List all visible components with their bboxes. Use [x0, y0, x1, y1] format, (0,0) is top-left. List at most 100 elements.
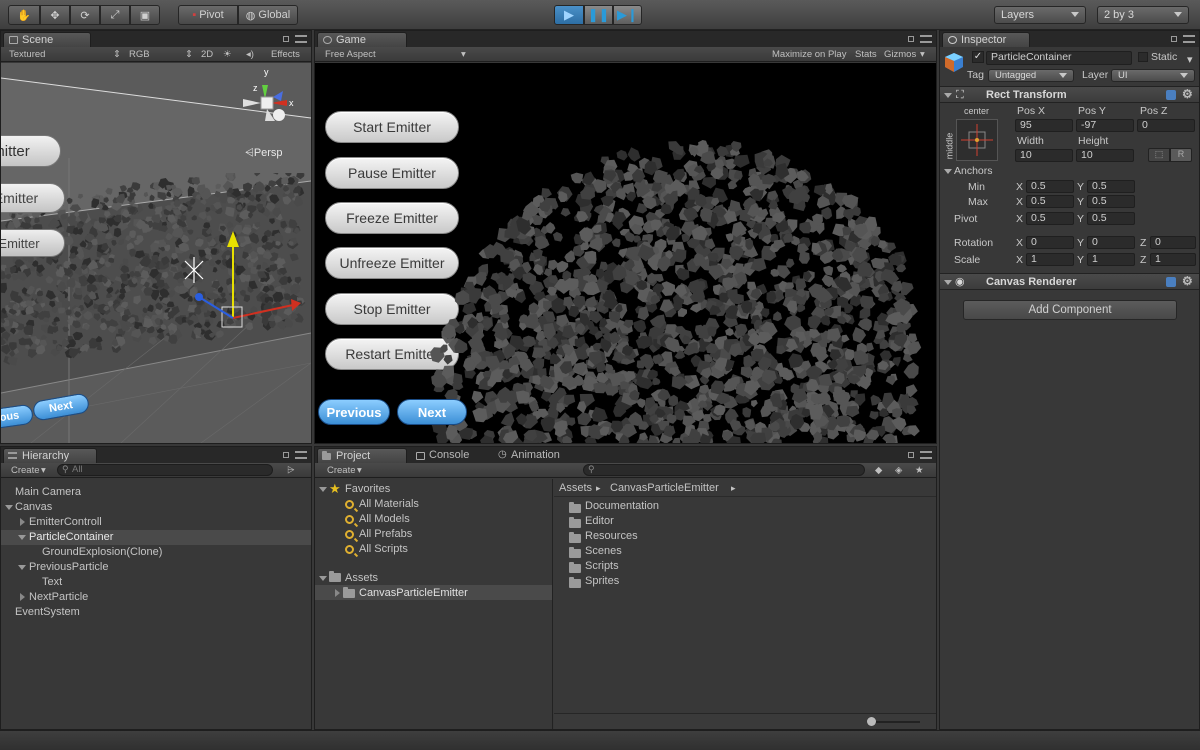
scene-viewport[interactable]: mitter Emitter Emitter ious Next [1, 63, 311, 443]
canvas-particle-emitter-folder[interactable]: CanvasParticleEmitter [359, 586, 468, 601]
shading-dropdown[interactable]: Textured [9, 49, 45, 60]
hierarchy-item-previousparticle[interactable]: PreviousParticle [29, 560, 108, 575]
rotation-y-field[interactable]: 0 [1087, 236, 1135, 249]
expand-icon[interactable] [335, 589, 340, 597]
scale-z-field[interactable]: 1 [1150, 253, 1196, 266]
scale-tool-button[interactable]: ⤢ [100, 5, 130, 25]
favorite-all-prefabs[interactable]: All Prefabs [359, 527, 412, 542]
tab-inspector[interactable]: Inspector [942, 32, 1030, 47]
lock-icon[interactable] [1171, 36, 1177, 42]
pivot-x-field[interactable]: 0.5 [1026, 212, 1074, 225]
rotation-z-field[interactable]: 0 [1150, 236, 1196, 249]
object-name-field[interactable]: ParticleContainer [986, 51, 1132, 65]
panel-menu-icon[interactable] [920, 451, 932, 459]
posz-field[interactable]: 0 [1137, 119, 1195, 132]
move-gizmo[interactable] [181, 223, 311, 343]
hierarchy-item-nextparticle[interactable]: NextParticle [29, 590, 88, 605]
step-button[interactable]: ▶❙ [613, 5, 642, 25]
rotate-tool-button[interactable]: ⟳ [70, 5, 100, 25]
panel-menu-icon[interactable] [295, 451, 307, 459]
foldout-icon[interactable] [18, 535, 26, 540]
panel-menu-icon[interactable] [1183, 35, 1195, 43]
anchor-max-x-field[interactable]: 0.5 [1026, 195, 1074, 208]
create-dropdown[interactable]: Create [11, 465, 40, 476]
gear-icon[interactable]: ⚙ [1182, 87, 1193, 101]
tab-scene[interactable]: Scene [3, 32, 91, 47]
previous-button[interactable]: Previous [318, 399, 390, 425]
width-field[interactable]: 10 [1015, 149, 1073, 162]
tab-hierarchy[interactable]: Hierarchy [3, 448, 97, 463]
layers-dropdown[interactable]: Layers [994, 6, 1086, 24]
folder-scripts[interactable]: Scripts [585, 559, 619, 574]
lock-icon[interactable] [908, 36, 914, 42]
move-tool-button[interactable]: ✥ [40, 5, 70, 25]
hierarchy-search-input[interactable]: ⚲ All [57, 464, 273, 476]
lock-icon[interactable] [283, 36, 289, 42]
favorite-all-models[interactable]: All Models [359, 512, 410, 527]
chevron-down-icon[interactable]: ▾ [1187, 53, 1193, 66]
active-checkbox[interactable]: ✓ [972, 51, 984, 63]
assets-folder[interactable]: Assets [345, 571, 378, 586]
height-field[interactable]: 10 [1076, 149, 1134, 162]
foldout-icon[interactable] [5, 505, 13, 510]
global-toggle[interactable]: ◍ Global [238, 5, 298, 25]
rotation-x-field[interactable]: 0 [1026, 236, 1074, 249]
slider-handle[interactable] [867, 717, 876, 726]
panel-menu-icon[interactable] [295, 35, 307, 43]
filter-type-icon[interactable]: ◆ [875, 465, 882, 476]
mode-2d-toggle[interactable]: 2D [201, 49, 213, 60]
posy-field[interactable]: -97 [1076, 119, 1134, 132]
favorites-header[interactable]: Favorites [345, 482, 390, 497]
pivot-toggle[interactable]: ▪ Pivot [178, 5, 238, 25]
hierarchy-item-canvas[interactable]: Canvas [15, 500, 52, 515]
tab-game[interactable]: Game [317, 32, 407, 47]
gizmos-dropdown[interactable]: Gizmos [884, 49, 916, 60]
folder-documentation[interactable]: Documentation [585, 499, 659, 514]
stats-toggle[interactable]: Stats [855, 49, 877, 60]
folder-editor[interactable]: Editor [585, 514, 614, 529]
favorite-all-materials[interactable]: All Materials [359, 497, 419, 512]
lighting-icon[interactable]: ☀ [223, 49, 232, 60]
tab-animation[interactable]: ◷ Animation [493, 448, 583, 463]
posx-field[interactable]: 95 [1015, 119, 1073, 132]
static-checkbox[interactable] [1138, 52, 1148, 62]
tab-project[interactable]: Project [317, 448, 407, 463]
anchor-min-x-field[interactable]: 0.5 [1026, 180, 1074, 193]
expand-icon[interactable] [20, 593, 25, 601]
hierarchy-item-emittercontroll[interactable]: EmitterControll [29, 515, 102, 530]
hierarchy-item-eventsystem[interactable]: EventSystem [15, 605, 80, 620]
game-viewport[interactable]: Start Emitter Pause Emitter Freeze Emitt… [315, 63, 936, 443]
gear-icon[interactable]: ⚙ [1182, 274, 1193, 288]
folder-scenes[interactable]: Scenes [585, 544, 622, 559]
next-button[interactable]: Next [397, 399, 467, 425]
hierarchy-item-groundexplosion[interactable]: GroundExplosion(Clone) [42, 545, 162, 560]
pivot-y-field[interactable]: 0.5 [1087, 212, 1135, 225]
add-component-button[interactable]: Add Component [963, 300, 1177, 320]
blueprint-mode-button[interactable]: ⬚ [1148, 148, 1170, 162]
help-book-icon[interactable] [1166, 90, 1176, 100]
favorite-star-icon[interactable]: ★ [915, 465, 924, 476]
scale-y-field[interactable]: 1 [1087, 253, 1135, 266]
tag-dropdown[interactable]: Untagged [988, 69, 1074, 82]
breadcrumb-assets[interactable]: Assets [559, 481, 592, 496]
icon-size-slider[interactable] [870, 721, 920, 723]
persp-label[interactable]: ⩤Persp [245, 147, 283, 160]
create-dropdown[interactable]: Create [327, 465, 356, 476]
lock-icon[interactable] [283, 452, 289, 458]
layout-dropdown[interactable]: 2 by 3 [1097, 6, 1189, 24]
rect-tool-button[interactable]: ▣ [130, 5, 160, 25]
rect-transform-header[interactable]: ⛶ Rect Transform ⚙ [940, 86, 1199, 103]
filter-icon[interactable]: ⩥ [287, 465, 295, 476]
favorite-all-scripts[interactable]: All Scripts [359, 542, 408, 557]
foldout-icon[interactable] [319, 487, 327, 492]
effects-dropdown[interactable]: Effects [271, 49, 300, 60]
raw-edit-button[interactable]: R [1170, 148, 1192, 162]
scale-x-field[interactable]: 1 [1026, 253, 1074, 266]
foldout-icon[interactable] [18, 565, 26, 570]
folder-sprites[interactable]: Sprites [585, 574, 619, 589]
hand-tool-button[interactable]: ✋ [8, 5, 40, 25]
panel-menu-icon[interactable] [920, 35, 932, 43]
pause-button[interactable]: ❚❚ [584, 5, 613, 25]
foldout-icon[interactable] [944, 169, 952, 174]
anchor-max-y-field[interactable]: 0.5 [1087, 195, 1135, 208]
